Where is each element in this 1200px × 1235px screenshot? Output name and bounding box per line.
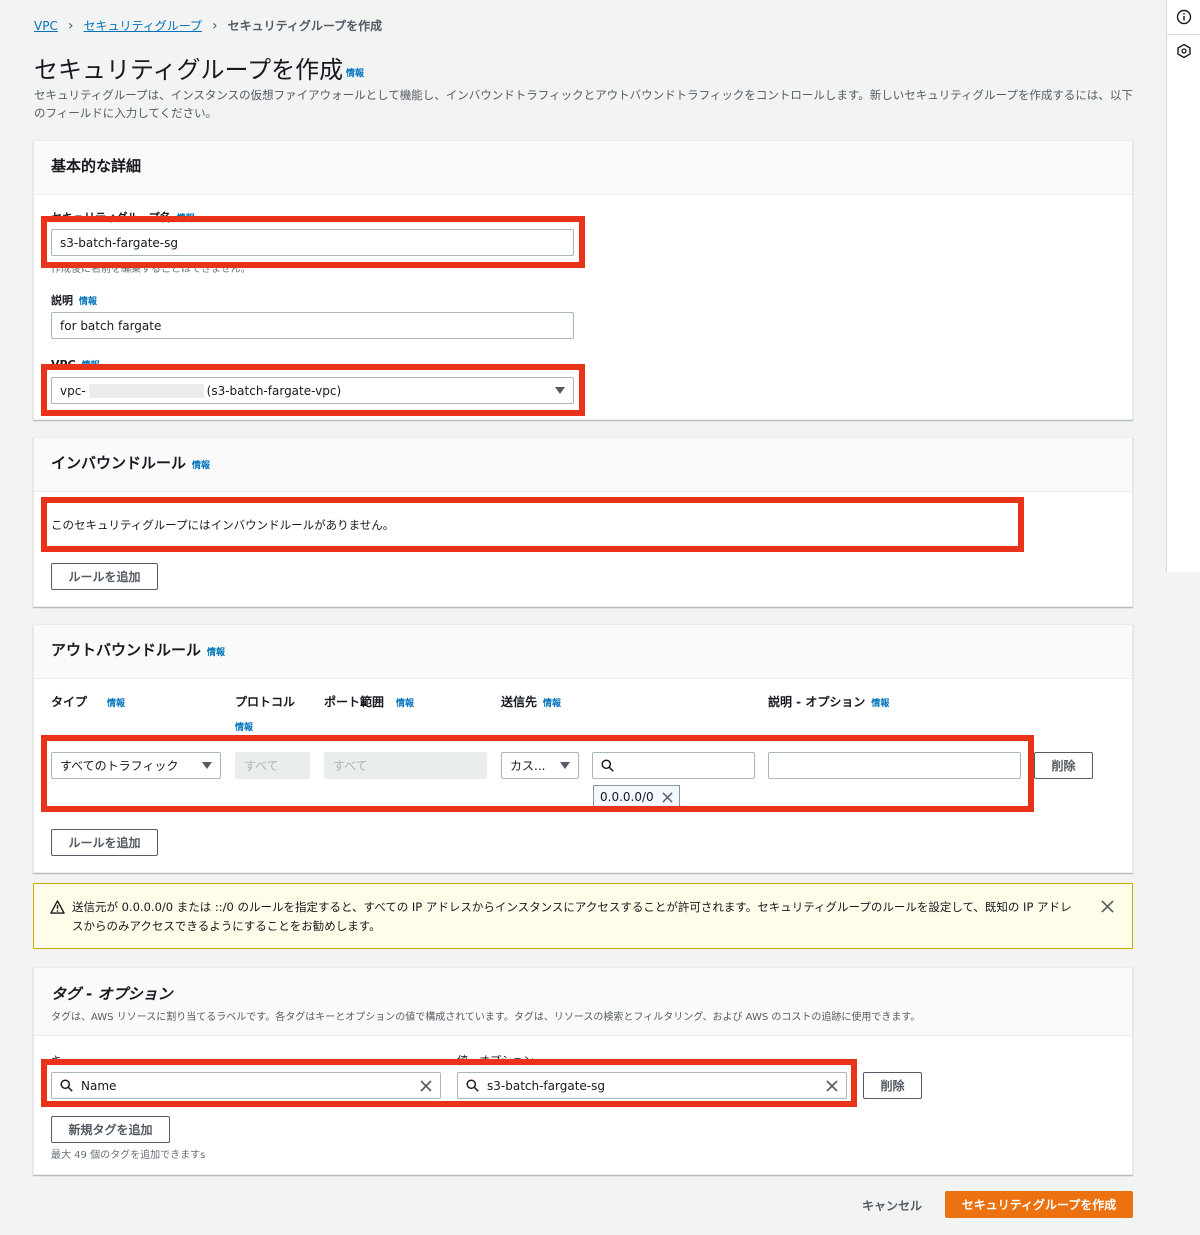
outbound-cidr-search-input[interactable]: [592, 752, 755, 779]
sg-name-hint: 作成後に名前を編集することはできません。: [51, 264, 251, 275]
col-port-range: ポート範囲 情報: [324, 695, 415, 709]
tag-limit-hint: 最大 49 個のタグを追加できますs: [51, 1150, 206, 1161]
redacted-vpc-id: [88, 383, 204, 398]
inbound-add-rule-button[interactable]: ルールを追加: [51, 563, 158, 590]
close-icon[interactable]: [662, 791, 673, 803]
outbound-rules-title: アウトバウンドルール: [51, 641, 202, 659]
outbound-port-input: すべて: [324, 752, 487, 779]
warning-alert: 送信元が 0.0.0.0/0 または ::/0 のルールを指定すると、すべての …: [33, 883, 1133, 949]
sg-name-input[interactable]: s3-batch-fargate-sg: [51, 229, 574, 256]
tags-panel: タグ - オプション タグは、AWS リソースに割り当てるラベルです。各タグはキ…: [33, 967, 1133, 1175]
right-tools-bar: [1166, 0, 1200, 572]
outbound-delete-button[interactable]: 削除: [1034, 752, 1093, 779]
basic-details-title: 基本的な詳細: [51, 157, 142, 175]
breadcrumb-current: セキュリティグループを作成: [227, 19, 383, 33]
caret-down-icon: [555, 387, 565, 394]
outbound-protocol-input: すべて: [235, 752, 310, 779]
col-type: タイプ 情報: [51, 695, 126, 709]
vpc-select[interactable]: vpc- (s3-batch-fargate-vpc): [51, 377, 574, 404]
vpc-label: VPC 情報: [51, 358, 100, 371]
toolbar-divider: [1167, 34, 1200, 35]
tag-key-input[interactable]: Name: [51, 1072, 441, 1099]
page-description: セキュリティグループは、インスタンスの仮想ファイアウォールとして機能し、インバウ…: [34, 88, 1133, 120]
outbound-info-link[interactable]: 情報: [207, 648, 225, 658]
basic-details-panel: 基本的な詳細 セキュリティグループ名 情報 s3-batch-fargate-sg…: [33, 140, 1133, 420]
protocol-info-link[interactable]: 情報: [235, 720, 253, 733]
warning-text: 送信元が 0.0.0.0/0 または ::/0 のルールを指定すると、すべての …: [72, 900, 1072, 933]
description-info-link[interactable]: 情報: [79, 297, 97, 307]
col-destination: 送信先 情報: [501, 695, 562, 709]
inbound-info-link[interactable]: 情報: [192, 461, 210, 471]
tag-key-label: キー: [51, 1054, 73, 1067]
port-info-link[interactable]: 情報: [396, 699, 414, 709]
outbound-rules-header: アウトバウンドルール 情報: [34, 625, 1132, 679]
caret-down-icon: [560, 762, 570, 769]
info-icon[interactable]: [1176, 9, 1192, 25]
main-content: VPC › セキュリティグループ › セキュリティグループを作成 セキュリティグ…: [0, 0, 1166, 1235]
outbound-type-select[interactable]: すべてのトラフィック: [51, 752, 221, 779]
sg-name-label: セキュリティグループ名 情報: [51, 211, 195, 224]
close-icon[interactable]: [1101, 900, 1114, 913]
caret-down-icon: [202, 762, 212, 769]
search-icon: [466, 1079, 479, 1092]
breadcrumb-security-groups[interactable]: セキュリティグループ: [83, 17, 202, 34]
vpc-info-link[interactable]: 情報: [82, 361, 100, 371]
outbound-description-input[interactable]: [768, 752, 1021, 779]
clear-icon[interactable]: [420, 1080, 432, 1092]
add-tag-button[interactable]: 新規タグを追加: [51, 1116, 170, 1143]
create-security-group-button[interactable]: セキュリティグループを作成: [945, 1191, 1133, 1218]
chevron-right-icon: ›: [67, 17, 74, 34]
description-label: 説明 情報: [51, 294, 98, 307]
col-description: 説明 - オプション 情報: [768, 695, 890, 709]
search-icon: [60, 1079, 73, 1092]
tag-delete-button[interactable]: 削除: [863, 1072, 922, 1099]
chevron-right-icon: ›: [212, 17, 218, 34]
description-col-info-link[interactable]: 情報: [871, 699, 889, 709]
title-info-link[interactable]: 情報: [346, 66, 364, 79]
clear-icon[interactable]: [826, 1080, 838, 1092]
tags-title: タグ - オプション: [51, 985, 173, 1003]
page-title: セキュリティグループを作成: [34, 56, 344, 84]
tags-description: タグは、AWS リソースに割り当てるラベルです。各タグはキーとオプションの値で構…: [51, 1012, 921, 1023]
description-input[interactable]: for batch fargate: [51, 312, 574, 339]
type-info-link[interactable]: 情報: [107, 699, 125, 709]
warning-icon: [50, 900, 65, 914]
destination-info-link[interactable]: 情報: [543, 699, 561, 709]
inbound-rules-panel: インバウンドルール 情報 このセキュリティグループにはインバウンドルールがありませ…: [33, 437, 1133, 607]
search-icon: [601, 759, 614, 772]
col-protocol: プロトコル: [235, 695, 296, 709]
outbound-add-rule-button[interactable]: ルールを追加: [51, 829, 158, 856]
inbound-empty-message: このセキュリティグループにはインバウンドルールがありません。: [51, 518, 395, 532]
tag-value-label: 値 - オプション: [457, 1054, 534, 1067]
outbound-rules-panel: アウトバウンドルール 情報 タイプ 情報 プロトコル 情報 ポート範囲 情報 送信先情…: [33, 624, 1133, 873]
breadcrumb-vpc[interactable]: VPC: [34, 19, 58, 33]
cancel-button[interactable]: キャンセル: [862, 1197, 922, 1214]
tags-header: タグ - オプション タグは、AWS リソースに割り当てるラベルです。各タグはキ…: [34, 968, 1132, 1036]
cidr-token: 0.0.0.0/0: [593, 785, 680, 809]
feedback-icon[interactable]: [1176, 43, 1192, 59]
outbound-destination-select[interactable]: カス...: [501, 752, 579, 779]
breadcrumb: VPC › セキュリティグループ › セキュリティグループを作成: [34, 17, 382, 34]
sg-name-info-link[interactable]: 情報: [177, 214, 195, 224]
basic-details-header: 基本的な詳細: [34, 141, 1132, 195]
inbound-rules-title: インバウンドルール: [51, 454, 187, 472]
tag-value-input[interactable]: s3-batch-fargate-sg: [457, 1072, 847, 1099]
inbound-rules-header: インバウンドルール 情報: [34, 438, 1132, 492]
